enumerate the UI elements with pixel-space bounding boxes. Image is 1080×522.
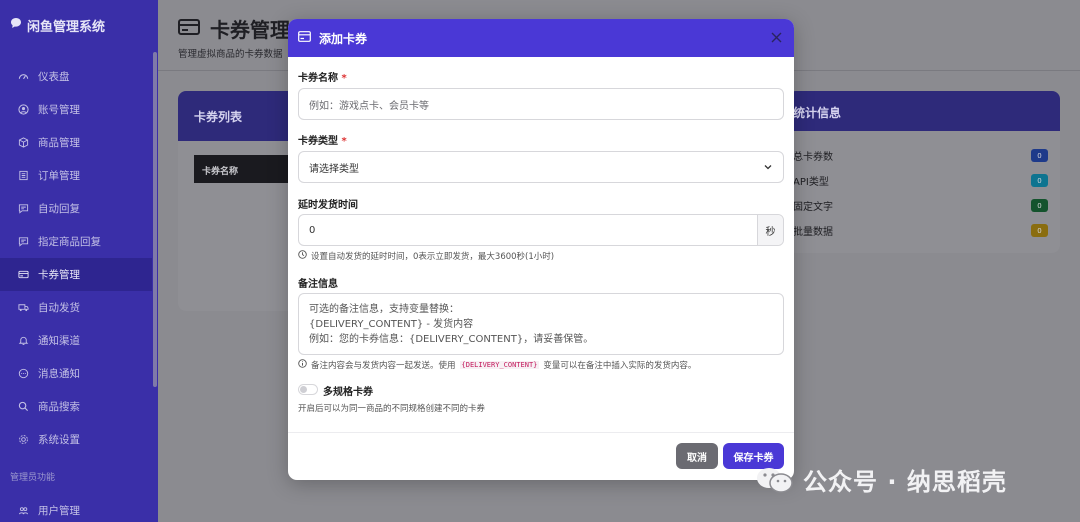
- sidebar-item-label: 订单管理: [38, 170, 80, 182]
- app-title: 闲鱼管理系统: [27, 19, 106, 35]
- gear-icon: [17, 434, 29, 446]
- delay-value: 0: [309, 224, 316, 236]
- sidebar-item-label: 卡券管理: [38, 269, 80, 281]
- delay-input[interactable]: 0 秒: [298, 214, 784, 246]
- stat-badge: 0: [1031, 149, 1048, 162]
- name-input[interactable]: 例如：游戏点卡、会员卡等: [298, 88, 784, 120]
- watermark: 公众号 · 纳思稻壳: [755, 462, 1007, 497]
- stat-row-batch: 批量数据 0: [793, 218, 1048, 243]
- close-icon[interactable]: [768, 29, 784, 45]
- multi-spec-label: 多规格卡券: [323, 387, 373, 398]
- sidebar-item-dashboard[interactable]: 仪表盘: [0, 60, 152, 93]
- card-icon: [178, 17, 200, 41]
- truck-icon: [17, 302, 29, 314]
- stat-badge: 0: [1031, 174, 1048, 187]
- modal-header: 添加卡券: [288, 19, 794, 57]
- users-icon: [17, 505, 29, 517]
- delay-label: 延时发货时间: [298, 200, 358, 211]
- stat-label: 批量数据: [793, 227, 833, 238]
- note-label: 备注信息: [298, 279, 338, 290]
- clock-icon: [298, 250, 307, 262]
- delay-help: 设置自动发货的延时时间，0表示立即发货，最大3600秒(1小时): [298, 250, 554, 262]
- note-textarea[interactable]: 可选的备注信息，支持变量替换： {DELIVERY_CONTENT} - 发货内…: [298, 293, 784, 355]
- sidebar-scrollbar[interactable]: [153, 52, 157, 387]
- sidebar-item-label: 自动回复: [38, 203, 80, 215]
- list-icon: [17, 170, 29, 182]
- page-subtitle: 管理虚拟商品的卡券数据: [178, 49, 283, 60]
- chat-icon: [17, 203, 29, 215]
- modal-title: 添加卡券: [319, 31, 368, 46]
- watermark-text: 公众号 · 纳思稻壳: [803, 468, 1007, 496]
- multi-spec-toggle[interactable]: [298, 384, 318, 395]
- modal-footer-divider: [288, 432, 794, 433]
- sidebar-item-product-search[interactable]: 商品搜索: [0, 390, 152, 423]
- admin-section-label: 管理员功能: [10, 473, 56, 483]
- box-icon: [17, 137, 29, 149]
- sidebar: 闲鱼管理系统 仪表盘 账号管理 商品管理 订单管理 自动回复 指定商品回复 卡券…: [0, 0, 158, 522]
- info-icon: [298, 359, 307, 371]
- app-brand[interactable]: 闲鱼管理系统: [0, 0, 158, 50]
- chat-bubble-icon: [10, 17, 22, 33]
- sidebar-item-label: 商品管理: [38, 137, 80, 149]
- sidebar-item-users[interactable]: 用户管理: [0, 494, 152, 522]
- sidebar-item-label: 指定商品回复: [38, 236, 101, 248]
- multi-spec-help: 开启后可以为同一商品的不同规格创建不同的卡券: [298, 404, 486, 414]
- chevron-down-icon: [763, 162, 773, 172]
- sidebar-item-message-notify[interactable]: 消息通知: [0, 357, 152, 390]
- stat-row-text: 固定文字 0: [793, 193, 1048, 218]
- wechat-icon: [755, 466, 795, 494]
- chat-icon: [17, 236, 29, 248]
- bell-icon: [17, 335, 29, 347]
- page-title-text: 卡券管理: [210, 18, 290, 42]
- page-header: 卡券管理 管理虚拟商品的卡券数据: [178, 14, 290, 60]
- sidebar-item-accounts[interactable]: 账号管理: [0, 93, 152, 126]
- sidebar-item-label: 消息通知: [38, 368, 80, 380]
- sidebar-item-label: 通知渠道: [38, 335, 80, 347]
- card-icon: [17, 269, 29, 281]
- sidebar-item-auto-delivery[interactable]: 自动发货: [0, 291, 152, 324]
- stats-title: 统计信息: [788, 91, 1060, 131]
- note-help: 备注内容会与发货内容一起发送。使用 {DELIVERY_CONTENT} 变量可…: [298, 359, 696, 371]
- sidebar-item-label: 自动发货: [38, 302, 80, 314]
- type-select-value: 请选择类型: [309, 163, 359, 175]
- sidebar-item-orders[interactable]: 订单管理: [0, 159, 152, 192]
- stat-row-total: 总卡券数 0: [793, 143, 1048, 168]
- stat-label: 总卡券数: [793, 152, 833, 163]
- cancel-button[interactable]: 取消: [676, 443, 718, 469]
- sidebar-admin-nav: 用户管理: [0, 494, 152, 522]
- page-title: 卡券管理: [178, 14, 290, 43]
- sidebar-item-label: 用户管理: [38, 505, 80, 517]
- sidebar-item-notify-channels[interactable]: 通知渠道: [0, 324, 152, 357]
- stats-panel: 统计信息 总卡券数 0 API类型 0 固定文字 0 批量数据 0: [788, 91, 1060, 253]
- sidebar-item-label: 账号管理: [38, 104, 80, 116]
- stat-row-api: API类型 0: [793, 168, 1048, 193]
- sidebar-item-cards[interactable]: 卡券管理: [0, 258, 152, 291]
- user-circle-icon: [17, 104, 29, 116]
- sidebar-item-auto-reply[interactable]: 自动回复: [0, 192, 152, 225]
- message-icon: [17, 368, 29, 380]
- sidebar-item-label: 系统设置: [38, 434, 80, 446]
- sidebar-nav: 仪表盘 账号管理 商品管理 订单管理 自动回复 指定商品回复 卡券管理 自动发货…: [0, 60, 152, 456]
- sidebar-item-label: 商品搜索: [38, 401, 80, 413]
- card-icon: [298, 31, 311, 45]
- sidebar-item-settings[interactable]: 系统设置: [0, 423, 152, 456]
- stat-badge: 0: [1031, 224, 1048, 237]
- name-label: 卡券名称 *: [298, 73, 347, 84]
- stat-label: 固定文字: [793, 202, 833, 213]
- stat-label: API类型: [793, 177, 829, 188]
- type-select[interactable]: 请选择类型: [298, 151, 784, 183]
- variable-code: {DELIVERY_CONTENT}: [459, 361, 540, 369]
- delay-unit: 秒: [757, 215, 783, 245]
- gauge-icon: [17, 71, 29, 83]
- type-label: 卡券类型 *: [298, 136, 347, 147]
- sidebar-item-products[interactable]: 商品管理: [0, 126, 152, 159]
- stat-badge: 0: [1031, 199, 1048, 212]
- sidebar-item-product-reply[interactable]: 指定商品回复: [0, 225, 152, 258]
- add-card-modal: 添加卡券 卡券名称 * 例如：游戏点卡、会员卡等 卡券类型 * 请选择类型 延时…: [288, 19, 794, 480]
- search-icon: [17, 401, 29, 413]
- sidebar-item-label: 仪表盘: [38, 71, 70, 83]
